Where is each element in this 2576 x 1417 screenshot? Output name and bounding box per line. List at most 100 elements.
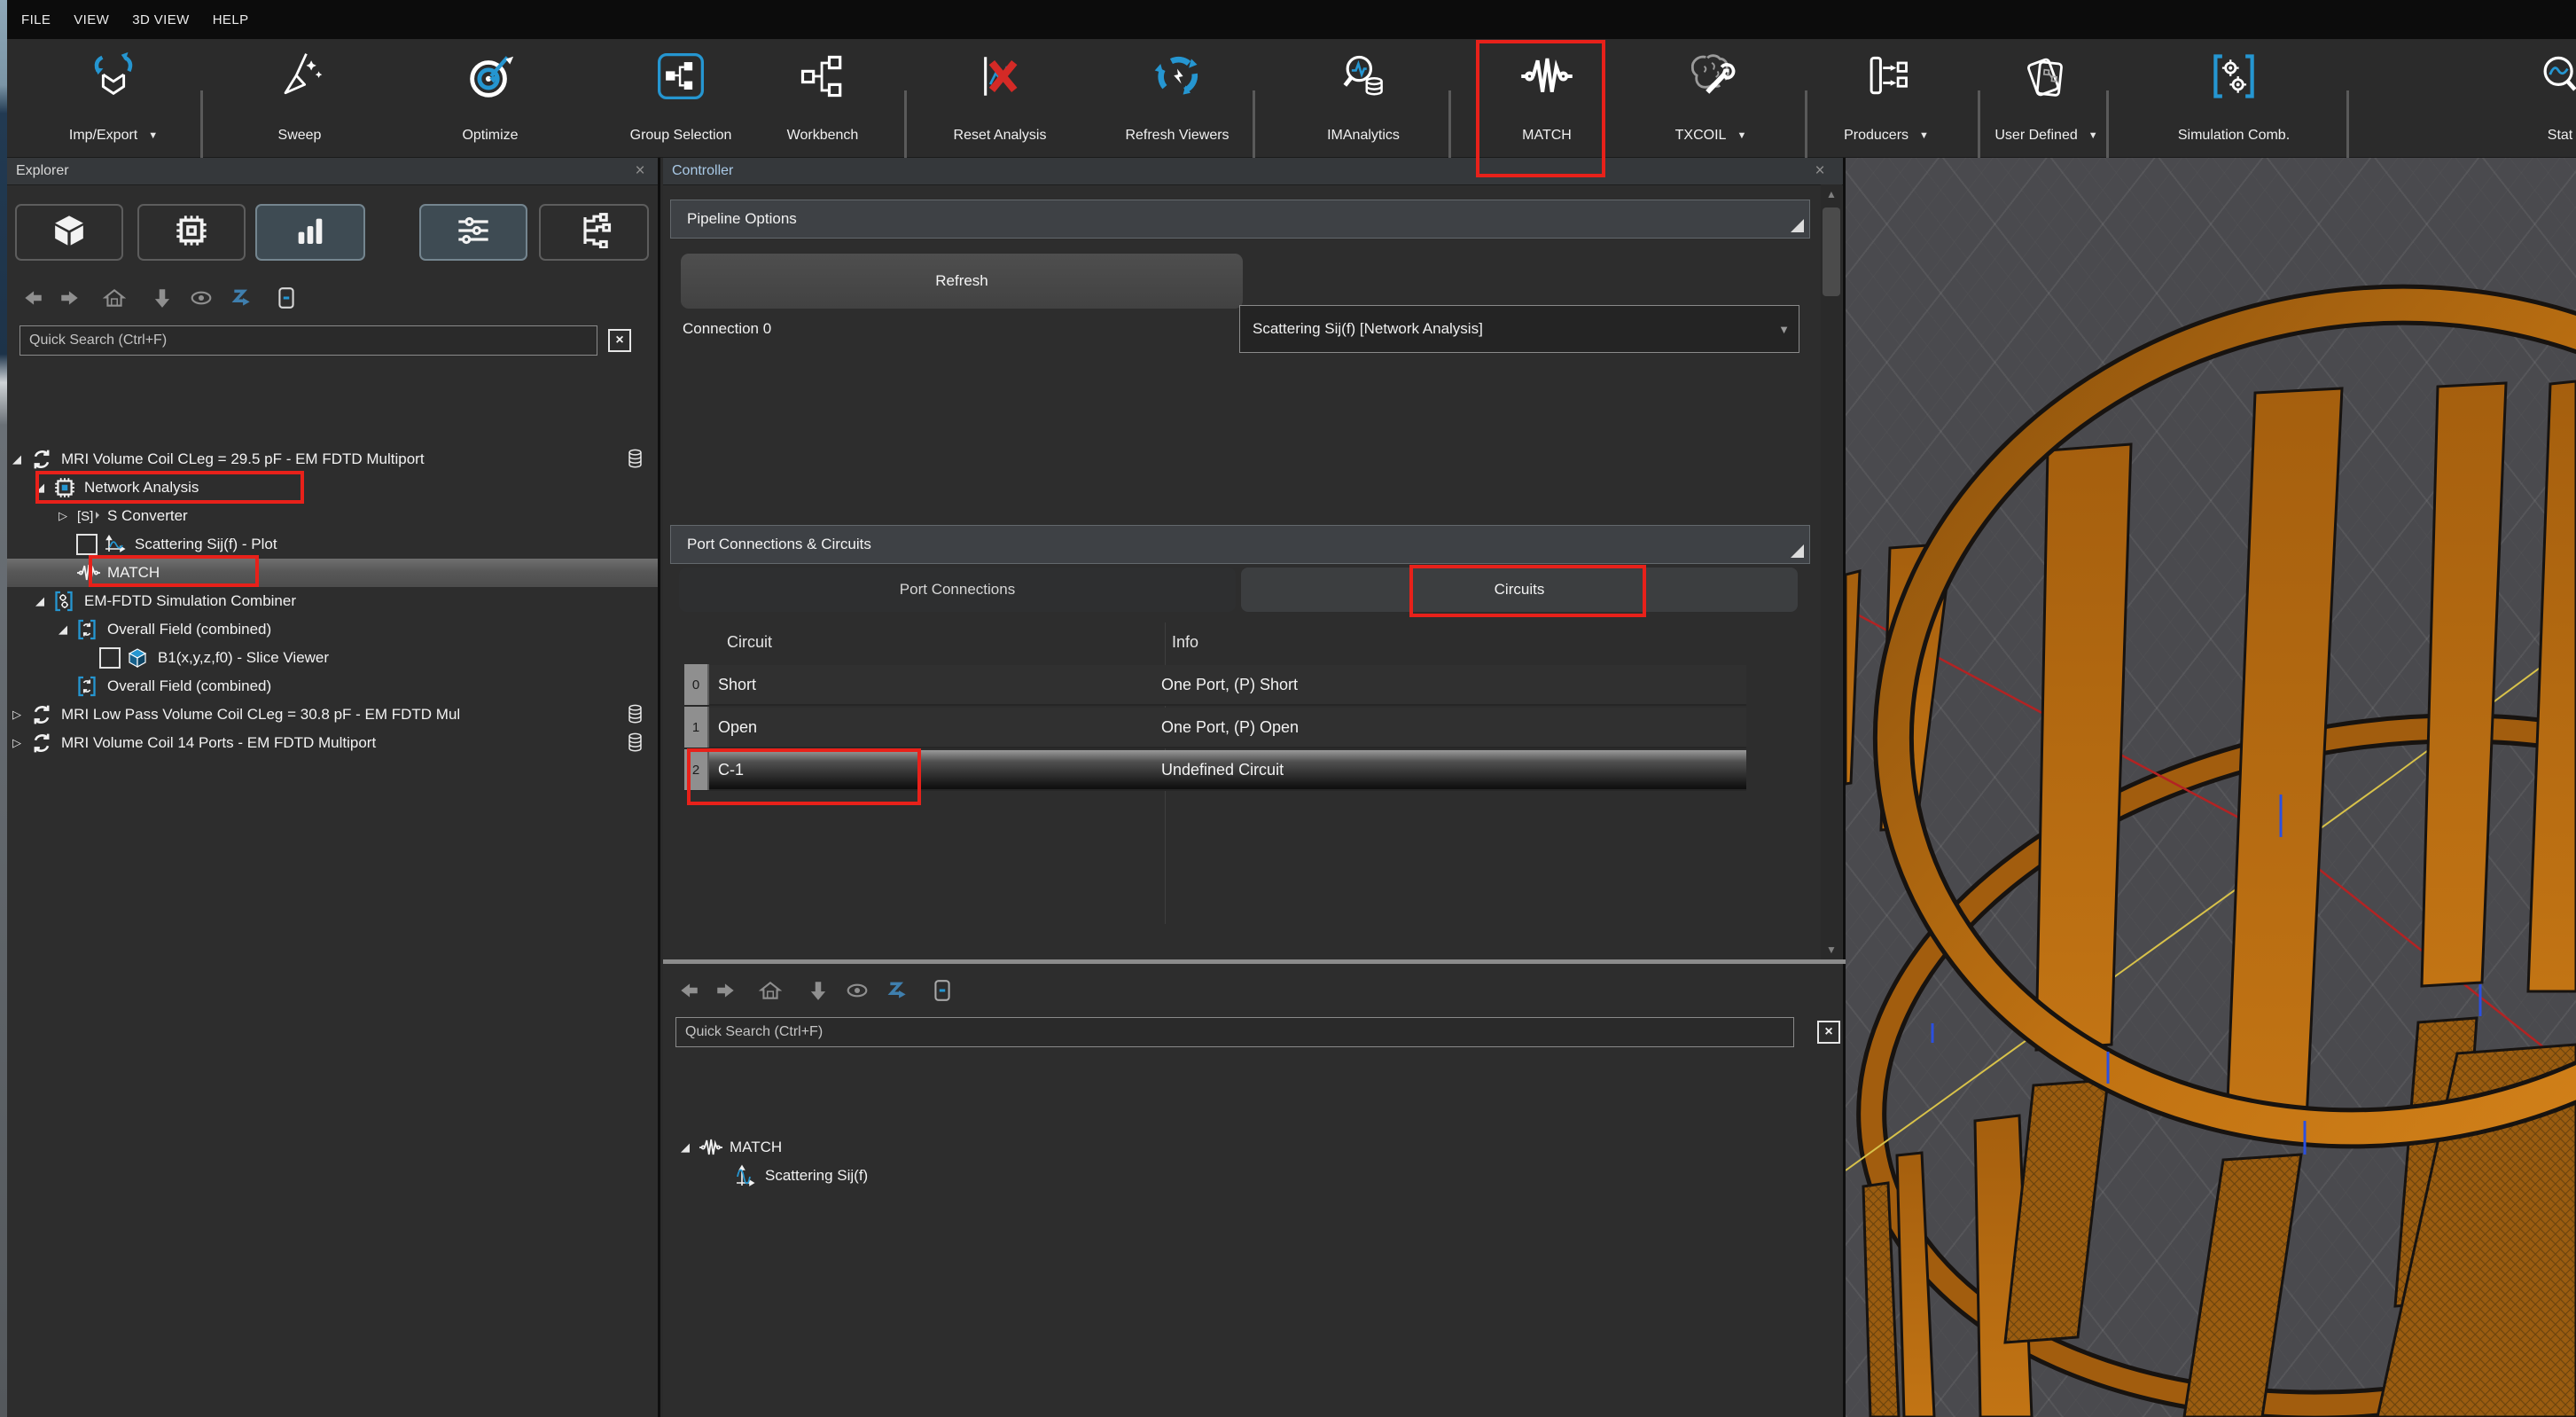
collapse-all-icon[interactable] bbox=[275, 286, 298, 309]
tree-item-mri-volume-coil[interactable]: ◢ MRI Volume Coil CLeg = 29.5 pF - EM FD… bbox=[7, 445, 658, 474]
toolbar-match-button[interactable]: MATCH bbox=[1489, 43, 1604, 154]
table-row-c1[interactable]: 2 C-1 Undefined Circuit bbox=[684, 750, 1746, 791]
toolbar-simulation-comb-button[interactable]: Simulation Comb. bbox=[2132, 43, 2336, 154]
zoom-to-icon[interactable] bbox=[886, 979, 909, 1002]
forward-arrow-icon[interactable] bbox=[59, 286, 82, 309]
menu-view[interactable]: VIEW bbox=[74, 12, 109, 27]
toolbar-reset-analysis-button[interactable]: Reset Analysis bbox=[925, 43, 1075, 154]
controller-panel: Controller × Pipeline Options Refresh Co… bbox=[663, 158, 1846, 1417]
eye-icon[interactable] bbox=[190, 286, 213, 309]
table-row-short[interactable]: 0 Short One Port, (P) Short bbox=[684, 665, 1746, 706]
eye-icon[interactable] bbox=[846, 979, 869, 1002]
chevron-down-icon[interactable]: ▼ bbox=[1919, 130, 1929, 141]
expander-icon[interactable]: ▷ bbox=[12, 736, 30, 750]
menu-file[interactable]: FILE bbox=[21, 12, 51, 27]
scroll-down-icon[interactable]: ▼ bbox=[1821, 943, 1842, 956]
refresh-button[interactable]: Refresh bbox=[681, 254, 1243, 309]
splitter-handle[interactable] bbox=[663, 959, 1846, 964]
table-row-open[interactable]: 1 Open One Port, (P) Open bbox=[684, 708, 1746, 748]
toolbar-workbench-button[interactable]: Workbench bbox=[756, 43, 889, 154]
toolbar-optimize-button[interactable]: Optimize bbox=[428, 43, 552, 154]
collapse-all-icon[interactable] bbox=[931, 979, 954, 1002]
viewport-3d[interactable] bbox=[1846, 158, 2576, 1417]
tree-item-label: MRI Volume Coil 14 Ports - EM FDTD Multi… bbox=[55, 734, 376, 752]
explorer-search-input[interactable] bbox=[20, 325, 597, 356]
pipeline-options-section-header[interactable]: Pipeline Options bbox=[670, 200, 1810, 239]
toolbar-producers-button[interactable]: Producers▼ bbox=[1811, 43, 1962, 154]
view-button-controller[interactable] bbox=[419, 204, 527, 261]
toolbar-imp-export-button[interactable]: Imp/Export▼ bbox=[38, 43, 189, 154]
expander-icon[interactable]: ◢ bbox=[35, 481, 53, 495]
scroll-up-icon[interactable]: ▲ bbox=[1821, 188, 1842, 200]
tree-item-em-fdtd-combiner[interactable]: ◢ EM-FDTD Simulation Combiner bbox=[7, 587, 658, 615]
chevron-down-icon[interactable]: ▼ bbox=[2088, 130, 2098, 141]
explorer-search-clear-button[interactable]: × bbox=[608, 329, 631, 352]
chevron-down-icon[interactable]: ▼ bbox=[148, 130, 158, 141]
port-connections-section-header[interactable]: Port Connections & Circuits bbox=[670, 525, 1810, 564]
tree-item-network-analysis[interactable]: ◢ Network Analysis bbox=[7, 474, 658, 502]
controller-scrollbar[interactable]: ▲ ▼ bbox=[1821, 184, 1842, 959]
tree-item-scattering-plot[interactable]: Scattering Sij(f) - Plot bbox=[7, 530, 658, 559]
s-converter-icon: [S] bbox=[76, 505, 101, 527]
birdcage-coil-model bbox=[1846, 158, 2576, 1417]
toolbar-reset-analysis-label: Reset Analysis bbox=[954, 128, 1047, 144]
close-icon[interactable]: × bbox=[1809, 160, 1831, 182]
tree-item-s-converter[interactable]: ▷ [S] S Converter bbox=[7, 502, 658, 530]
tab-port-connections[interactable]: Port Connections bbox=[679, 568, 1236, 612]
toolbar-stat-button[interactable]: Stat bbox=[2498, 43, 2576, 154]
down-arrow-icon[interactable] bbox=[151, 286, 174, 309]
tree-item-mri-low-pass[interactable]: ▷ MRI Low Pass Volume Coil CLeg = 30.8 p… bbox=[7, 701, 658, 729]
controller-search-clear-button[interactable]: × bbox=[1817, 1021, 1840, 1044]
forward-arrow-icon[interactable] bbox=[714, 979, 738, 1002]
view-button-hierarchy[interactable] bbox=[539, 204, 649, 261]
view-button-geometry[interactable] bbox=[15, 204, 123, 261]
tree-item-overall-field-2[interactable]: Overall Field (combined) bbox=[7, 672, 658, 701]
view-button-analysis[interactable] bbox=[255, 204, 365, 261]
output-tree-item-scattering[interactable]: Scattering Sij(f) bbox=[663, 1162, 1843, 1190]
toolbar-user-defined-button[interactable]: User Defined▼ bbox=[1964, 43, 2128, 154]
close-icon[interactable]: × bbox=[629, 160, 651, 182]
controller-search-input[interactable] bbox=[675, 1017, 1794, 1047]
simulation-icon bbox=[30, 732, 55, 755]
back-arrow-icon[interactable] bbox=[21, 286, 44, 309]
menu-bar: FILE VIEW 3D VIEW HELP bbox=[7, 0, 2576, 39]
chevron-down-icon[interactable]: ▼ bbox=[1737, 130, 1746, 141]
menu-3d-view[interactable]: 3D VIEW bbox=[132, 12, 189, 27]
toolbar-refresh-viewers-button[interactable]: Refresh Viewers bbox=[1097, 43, 1257, 154]
back-arrow-icon[interactable] bbox=[677, 979, 700, 1002]
visibility-checkbox[interactable] bbox=[99, 647, 121, 669]
visibility-checkbox[interactable] bbox=[76, 534, 98, 555]
circuit-cell: Short bbox=[709, 676, 1152, 694]
column-header-circuit[interactable]: Circuit bbox=[727, 633, 772, 652]
collapse-triangle-icon bbox=[1791, 219, 1804, 232]
tree-item-mri-14-ports[interactable]: ▷ MRI Volume Coil 14 Ports - EM FDTD Mul… bbox=[7, 729, 658, 757]
tab-port-connections-label: Port Connections bbox=[900, 581, 1015, 599]
scrollbar-thumb[interactable] bbox=[1823, 207, 1840, 296]
home-icon[interactable] bbox=[759, 979, 782, 1002]
tree-item-b1-slice-viewer[interactable]: B1(x,y,z,f0) - Slice Viewer bbox=[7, 644, 658, 672]
zoom-to-icon[interactable] bbox=[230, 286, 254, 309]
toolbar-imanalytics-button[interactable]: IMAnalytics bbox=[1292, 43, 1434, 154]
menu-help[interactable]: HELP bbox=[213, 12, 249, 27]
expander-icon[interactable]: ◢ bbox=[681, 1140, 699, 1155]
down-arrow-icon[interactable] bbox=[807, 979, 830, 1002]
tree-item-label: MATCH bbox=[101, 564, 160, 582]
controller-header: Controller × bbox=[663, 158, 1843, 185]
connection-dropdown[interactable]: Scattering Sij(f) [Network Analysis] ▼ bbox=[1239, 305, 1799, 353]
tab-circuits[interactable]: Circuits bbox=[1241, 568, 1798, 612]
tree-item-match[interactable]: MATCH bbox=[7, 559, 658, 587]
expander-icon[interactable]: ◢ bbox=[59, 622, 76, 637]
home-icon[interactable] bbox=[103, 286, 126, 309]
toolbar-txcoil-button[interactable]: TXCOIL▼ bbox=[1644, 43, 1777, 154]
output-tree-item-match[interactable]: ◢ MATCH bbox=[663, 1133, 1843, 1162]
view-button-simulations[interactable] bbox=[137, 204, 246, 261]
column-header-info[interactable]: Info bbox=[1172, 633, 1198, 652]
expander-icon[interactable]: ▷ bbox=[59, 509, 76, 523]
toolbar-sweep-button[interactable]: Sweep bbox=[238, 43, 362, 154]
expander-icon[interactable]: ◢ bbox=[35, 594, 53, 608]
tree-item-overall-field-1[interactable]: ◢ Overall Field (combined) bbox=[7, 615, 658, 644]
toolbar-group-selection-button[interactable]: Group Selection bbox=[605, 43, 756, 154]
expander-icon[interactable]: ◢ bbox=[12, 452, 30, 466]
expander-icon[interactable]: ▷ bbox=[12, 708, 30, 722]
row-index: 1 bbox=[684, 707, 709, 748]
